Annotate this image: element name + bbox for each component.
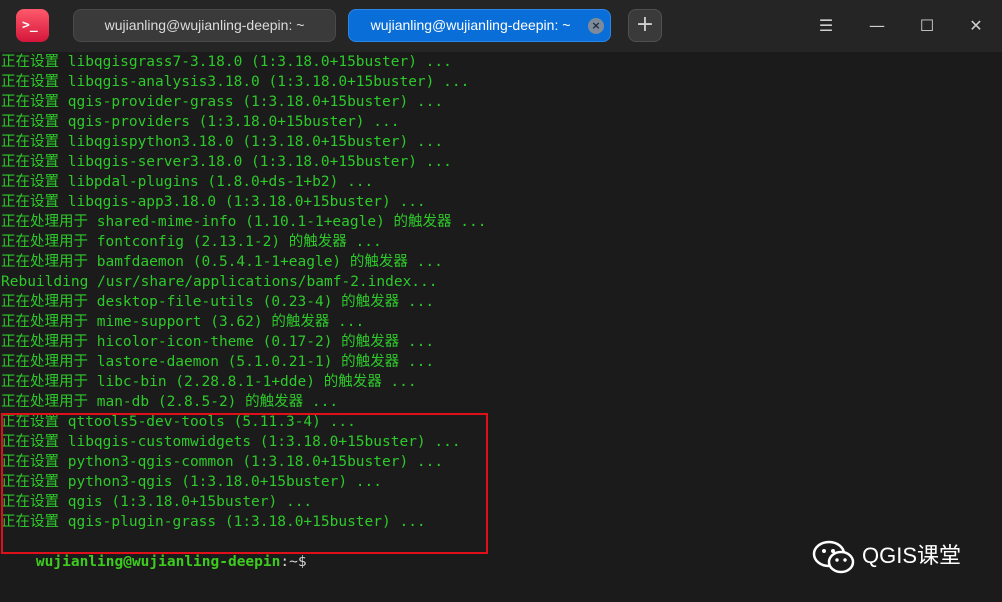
output-line: 正在设置 libqgisgrass7-3.18.0 (1:3.18.0+15bu…: [1, 54, 452, 70]
output-line: 正在处理用于 hicolor-icon-theme (0.17-2) 的触发器 …: [1, 334, 435, 350]
highlight-annotation-box: [1, 413, 488, 554]
output-line: 正在处理用于 man-db (2.8.5-2) 的触发器 ...: [1, 394, 339, 410]
tab-label: wujianling@wujianling-deepin: ~: [370, 17, 571, 33]
tab-close-icon[interactable]: ×: [588, 18, 604, 34]
tab-terminal-1[interactable]: wujianling@wujianling-deepin: ~: [73, 9, 336, 42]
output-line: 正在处理用于 mime-support (3.62) 的触发器 ...: [1, 314, 365, 330]
output-line: 正在处理用于 fontconfig (2.13.1-2) 的触发器 ...: [1, 234, 382, 250]
tab-terminal-2[interactable]: wujianling@wujianling-deepin: ~ ×: [348, 9, 611, 42]
title-bar: >_ wujianling@wujianling-deepin: ~ wujia…: [0, 0, 1002, 52]
prompt-path: :~$: [280, 554, 307, 570]
tab-label: wujianling@wujianling-deepin: ~: [104, 17, 305, 33]
output-line: 正在处理用于 shared-mime-info (1.10.1-1+eagle)…: [1, 214, 487, 230]
output-line: 正在设置 libqgis-analysis3.18.0 (1:3.18.0+15…: [1, 74, 470, 90]
maximize-icon[interactable]: ☐: [913, 12, 941, 40]
output-line: 正在设置 libpdal-plugins (1.8.0+ds-1+b2) ...: [1, 174, 374, 190]
output-line: 正在处理用于 desktop-file-utils (0.23-4) 的触发器 …: [1, 294, 435, 310]
prompt-user-host: wujianling@wujianling-deepin: [35, 554, 281, 570]
output-line: 正在设置 libqgis-server3.18.0 (1:3.18.0+15bu…: [1, 154, 452, 170]
menu-icon[interactable]: ☰: [812, 12, 840, 40]
output-line: 正在设置 qgis-provider-grass (1:3.18.0+15bus…: [1, 94, 444, 110]
watermark: QGIS课堂: [812, 537, 961, 575]
output-line: 正在设置 libqgispython3.18.0 (1:3.18.0+15bus…: [1, 134, 444, 150]
terminal-app-icon[interactable]: >_: [16, 9, 49, 42]
output-line: 正在处理用于 bamfdaemon (0.5.4.1-1+eagle) 的触发器…: [1, 254, 443, 270]
new-tab-button[interactable]: +: [628, 9, 662, 42]
output-line: 正在处理用于 lastore-daemon (5.1.0.21-1) 的触发器 …: [1, 354, 435, 370]
wechat-icon: [812, 539, 856, 575]
watermark-text: QGIS课堂: [862, 543, 962, 568]
output-line: 正在设置 libqgis-app3.18.0 (1:3.18.0+15buste…: [1, 194, 426, 210]
close-icon[interactable]: ✕: [962, 12, 990, 40]
minimize-icon[interactable]: —: [863, 12, 891, 40]
output-line: Rebuilding /usr/share/applications/bamf-…: [1, 274, 438, 290]
output-line: 正在设置 qgis-providers (1:3.18.0+15buster) …: [1, 114, 400, 130]
output-line: 正在处理用于 libc-bin (2.28.8.1-1+dde) 的触发器 ..…: [1, 374, 417, 390]
